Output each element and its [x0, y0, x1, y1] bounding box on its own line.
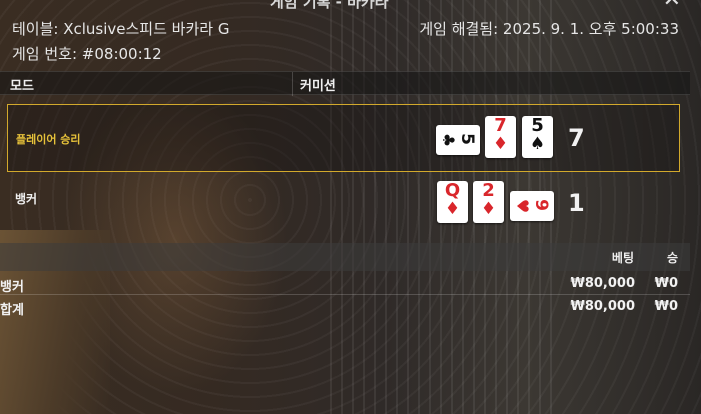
- bet-row: 뱅커 ₩80,000 ₩0: [0, 273, 690, 295]
- spades-icon: ♠: [529, 134, 546, 154]
- game-number: 게임 번호: #08:00:12: [12, 45, 162, 63]
- player-card-2-rank: 7: [494, 115, 507, 136]
- player-card-3: 5 ♠: [522, 116, 553, 158]
- commission-label: 커미션: [300, 79, 336, 94]
- dialog-title: 게임 기록 - 바카라: [270, 0, 389, 11]
- banker-card-2: 2 ♦: [473, 181, 504, 223]
- game-info-row: 테이블: Xclusive스피드 바카라 G 게임 해결됨: 2025. 9. …: [12, 18, 679, 39]
- mode-header: 모드 커미션: [0, 71, 690, 96]
- player-score: 7: [568, 124, 585, 152]
- player-card-3-rank: 5: [531, 115, 544, 136]
- hearts-icon: ♥: [513, 198, 532, 214]
- close-icon[interactable]: ✕: [663, 0, 681, 11]
- banker-card-3-rank: 9: [531, 199, 551, 211]
- diamonds-icon: ♦: [444, 199, 461, 219]
- total-row: 합계 ₩80,000 ₩0: [0, 296, 690, 318]
- win-column-header: 승: [666, 251, 678, 265]
- total-row-win: ₩0: [654, 299, 678, 314]
- diamonds-icon: ♦: [492, 134, 509, 154]
- bet-row-label: 뱅커: [0, 280, 24, 295]
- clubs-icon: ♣: [439, 132, 458, 148]
- diamonds-icon: ♦: [480, 199, 497, 219]
- header-divider: [292, 72, 293, 96]
- bet-row-win: ₩0: [654, 276, 678, 291]
- banker-card-1: Q ♦: [437, 181, 468, 223]
- game-resolved-time: 게임 해결됨: 2025. 9. 1. 오후 5:00:33: [419, 20, 679, 38]
- banker-card-3: 9 ♥: [510, 191, 554, 221]
- banker-card-2-rank: 2: [482, 180, 495, 201]
- player-card-1: 5 ♣: [436, 125, 480, 155]
- banker-card-1-rank: Q: [444, 180, 461, 201]
- total-row-amount: ₩80,000: [570, 299, 635, 314]
- player-result-label: 플레이어 승리: [16, 133, 81, 146]
- game-number-row: 게임 번호: #08:00:12: [12, 43, 679, 64]
- bets-header: 베팅 승: [0, 243, 690, 271]
- mode-label: 모드: [10, 79, 34, 94]
- banker-score: 1: [568, 189, 585, 217]
- player-card-2: 7 ♦: [485, 116, 516, 158]
- bet-row-amount: ₩80,000: [570, 276, 635, 291]
- total-row-label: 합계: [0, 303, 24, 318]
- banker-label: 뱅커: [15, 192, 38, 206]
- table-name: 테이블: Xclusive스피드 바카라 G: [12, 20, 230, 38]
- bet-column-header: 베팅: [611, 251, 634, 265]
- dialog-title-bar: 게임 기록 - 바카라 ✕: [0, 0, 701, 12]
- player-card-1-rank: 5: [457, 133, 477, 145]
